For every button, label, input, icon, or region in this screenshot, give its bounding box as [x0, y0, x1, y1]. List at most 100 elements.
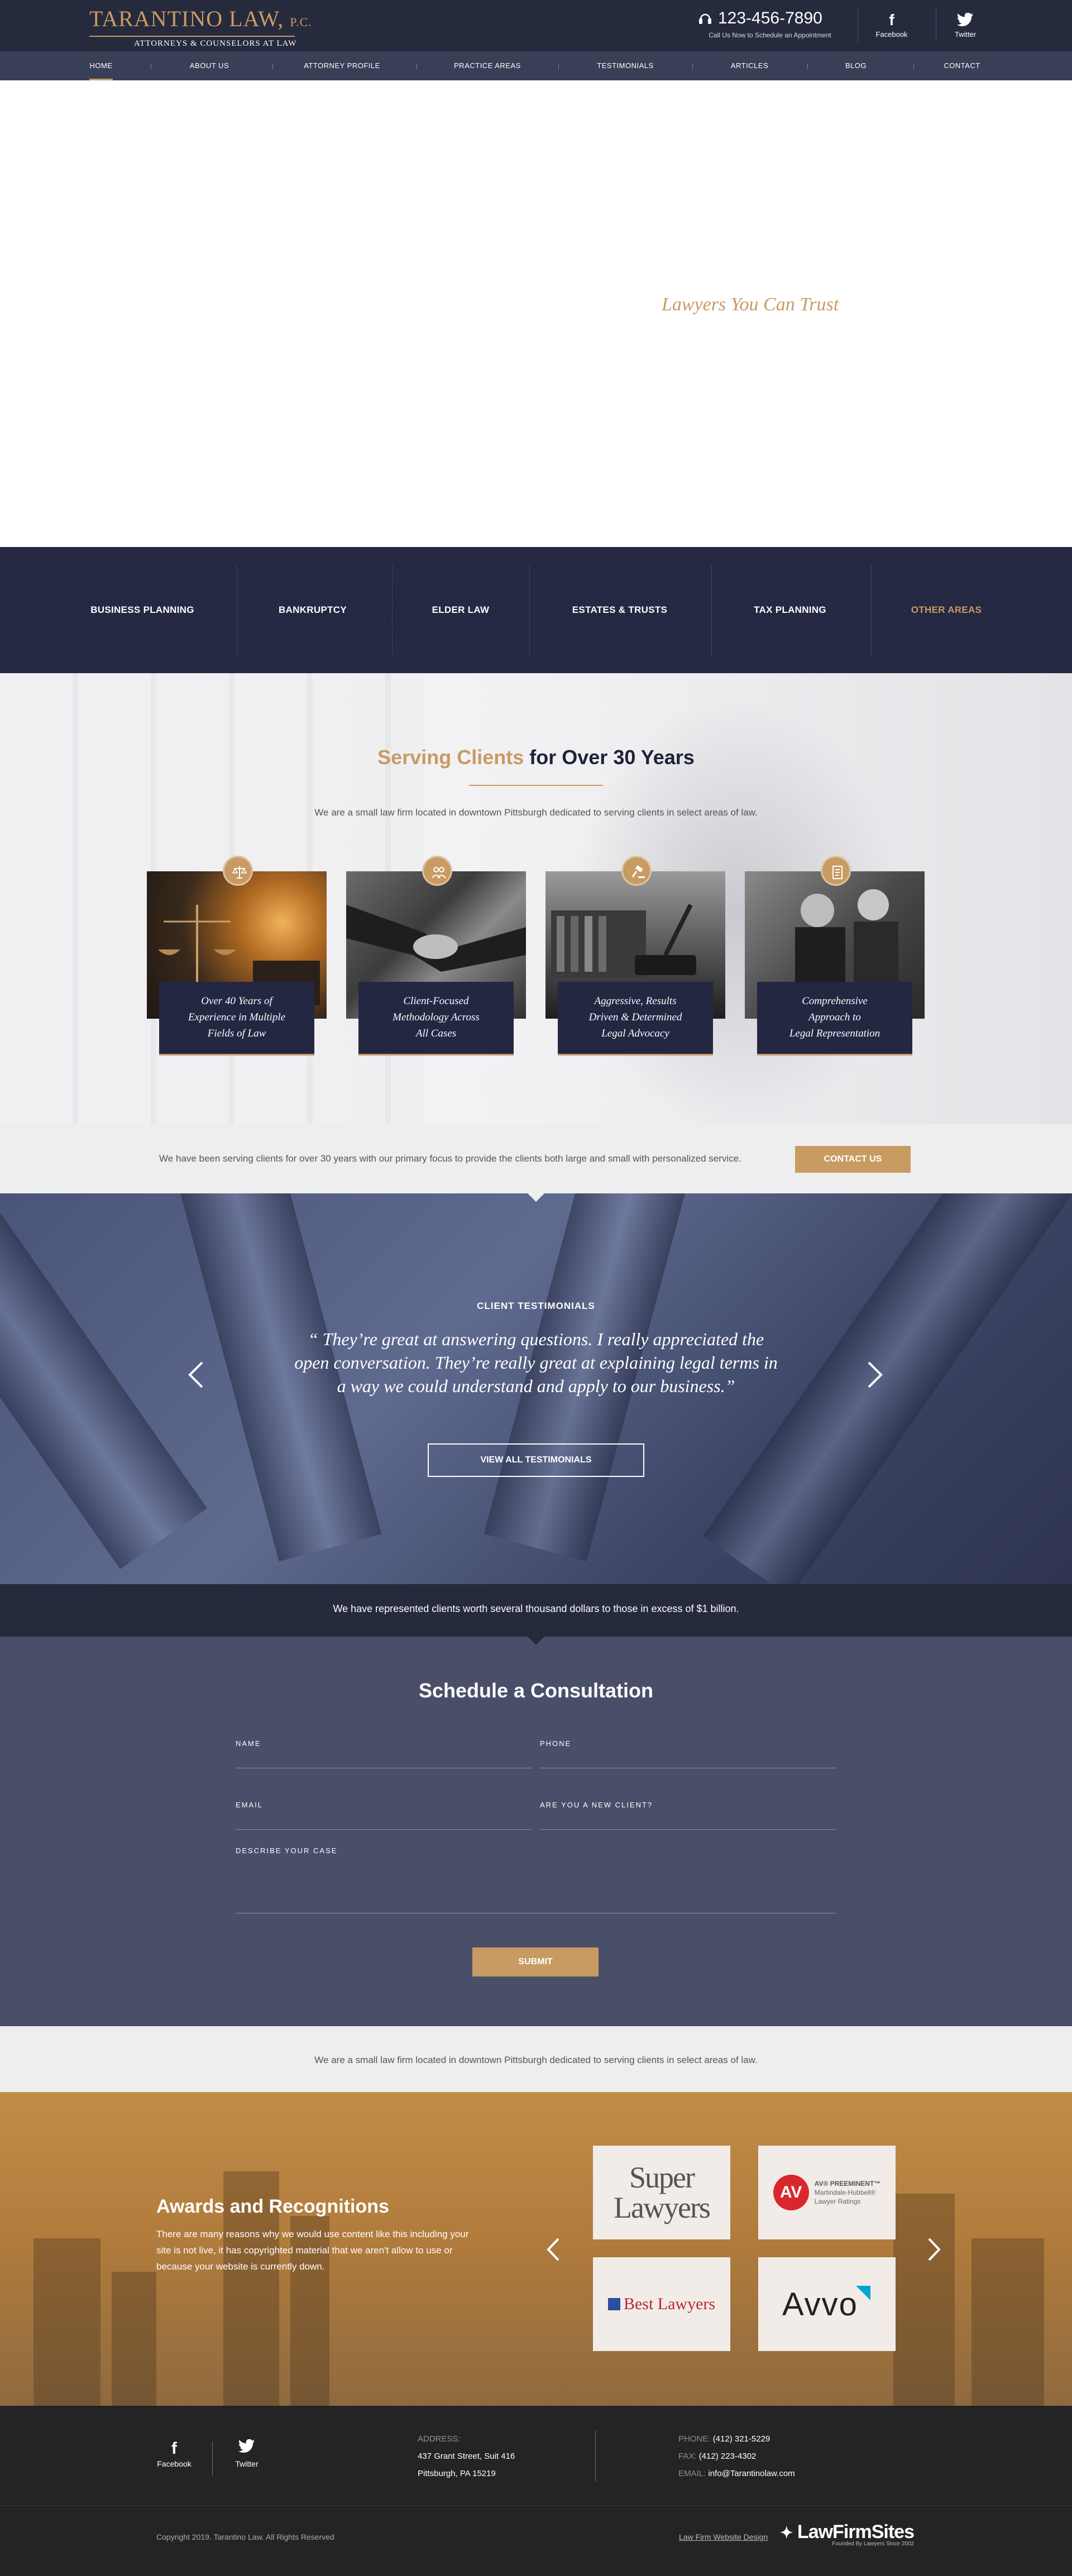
nav-about-us[interactable]: ABOUT US	[184, 51, 234, 80]
av-preeminent-logo[interactable]: AV AV® PREEMINENT™ Martindale-Hubbell® L…	[758, 2146, 896, 2239]
nav-home[interactable]: HOME	[89, 51, 113, 80]
name-field[interactable]: NAME	[236, 1739, 532, 1768]
super-lawyers-logo[interactable]: Super Lawyers	[593, 2146, 730, 2239]
facebook-icon: f	[171, 2439, 177, 2458]
footer-fax: (412) 223-4302	[698, 2452, 757, 2461]
practice-divider	[392, 564, 393, 656]
awards-title: Awards and Recognitions	[156, 2196, 389, 2217]
title-underline	[469, 785, 603, 786]
footer-address: ADDRESS: 437 Grant Street, Suit 416 Pitt…	[418, 2434, 515, 2478]
nav-articles[interactable]: ARTICLES	[726, 51, 773, 80]
submit-button[interactable]: SUBMIT	[472, 1947, 599, 1977]
footer-email[interactable]: info@Tarantinolaw.com	[708, 2469, 795, 2478]
hero-banner: Lawyers You Can Trust	[0, 80, 1072, 547]
phone-field[interactable]: PHONE	[540, 1739, 836, 1768]
card-caption: Comprehensive Approach to Legal Representa…	[757, 982, 912, 1056]
phone-label: PHONE	[540, 1739, 572, 1748]
awards-section: Awards and Recognitions There are many r…	[0, 2092, 1072, 2406]
footer-facebook-link[interactable]: f Facebook	[152, 2439, 197, 2468]
scales-icon	[223, 856, 253, 886]
testimonials-section: CLIENT TESTIMONIALS “ They’re great at a…	[0, 1193, 1072, 1584]
practice-bankruptcy[interactable]: BANKRUPTCY	[246, 547, 380, 673]
logo-suffix: P.C.	[290, 15, 312, 29]
practice-areas-strip: BUSINESS PLANNING BANKRUPTCY ELDER LAW E…	[0, 547, 1072, 673]
feature-card[interactable]: Client-Focused Methodology Across All Case…	[346, 856, 526, 1056]
background-column	[0, 1193, 207, 1570]
testimonial-quote: “ They’re great at answering questions. …	[294, 1329, 778, 1396]
site-logo[interactable]: TARANTINO LAW, P.C. ATTORNEYS & COUNSELO…	[89, 8, 312, 49]
nav-blog[interactable]: BLOG	[838, 51, 874, 80]
feature-card[interactable]: Aggressive, Results Driven & Determined Le…	[545, 856, 725, 1056]
phone-icon	[697, 11, 714, 31]
logo-rule	[89, 36, 295, 37]
new-client-field[interactable]: ARE YOU A NEW CLIENT?	[540, 1801, 836, 1830]
practice-estates-trusts[interactable]: ESTATES & TRUSTS	[536, 547, 704, 673]
law-firm-website-design-link[interactable]: Law Firm Website Design	[679, 2532, 768, 2541]
practice-divider	[711, 564, 712, 656]
header-twitter-link[interactable]: Twitter	[935, 10, 996, 39]
card-caption: Over 40 Years of Experience in Multiple Fi…	[159, 982, 314, 1056]
practice-elder-law[interactable]: ELDER LAW	[402, 547, 519, 673]
describe-label: DESCRIBE YOUR CASE	[236, 1846, 338, 1855]
background-building	[112, 2272, 156, 2406]
nav-divider	[558, 64, 559, 69]
footer-divider	[212, 2441, 213, 2476]
hero-tagline: Lawyers You Can Trust	[662, 294, 839, 315]
email-field[interactable]: EMAIL	[236, 1801, 532, 1830]
name-input[interactable]	[236, 1750, 532, 1759]
testimonials-heading: CLIENT TESTIMONIALS	[477, 1301, 595, 1311]
schedule-consultation-section: Schedule a Consultation NAME PHONE EMAIL…	[0, 1637, 1072, 2026]
new-client-select[interactable]	[540, 1812, 836, 1821]
section-notch	[528, 1193, 544, 1202]
twitter-label: Twitter	[954, 30, 977, 39]
nav-divider	[807, 64, 808, 69]
practice-other-areas[interactable]: OTHER AREAS	[877, 547, 1016, 673]
facebook-icon: f	[889, 11, 894, 28]
nav-contact[interactable]: CONTACT	[941, 51, 983, 80]
phone-number: 123-456-7890	[718, 9, 822, 27]
serving-title: Serving Clients for Over 30 Years	[377, 746, 695, 769]
chevron-right-icon[interactable]	[927, 2234, 941, 2267]
cta-text: We have been serving clients for over 30…	[159, 1153, 741, 1164]
twitter-label: Twitter	[235, 2459, 259, 2468]
footer-phone[interactable]: (412) 321-5229	[713, 2434, 770, 2444]
name-label: NAME	[236, 1739, 261, 1748]
email-input[interactable]	[236, 1812, 532, 1821]
chevron-right-icon[interactable]	[867, 1361, 883, 1394]
header-facebook-link[interactable]: f Facebook	[861, 10, 922, 39]
lawfirmsites-logo[interactable]: ✦ LawFirmSites Founded By Lawyers Since …	[780, 2521, 915, 2547]
phone-subtext: Call Us Now to Schedule an Appointment	[709, 31, 831, 39]
practice-business-planning[interactable]: BUSINESS PLANNING	[73, 547, 212, 673]
practice-tax-planning[interactable]: TAX PLANNING	[720, 547, 860, 673]
avvo-logo[interactable]: Avvo	[758, 2257, 896, 2351]
footer: f Facebook Twitter ADDRESS: 437 Grant St…	[0, 2406, 1072, 2505]
best-lawyers-logo[interactable]: Best Lawyers	[593, 2257, 730, 2351]
facebook-label: Facebook	[875, 30, 908, 39]
main-nav: HOME ABOUT US ATTORNEY PROFILE PRACTICE …	[0, 51, 1072, 80]
represent-text: We have represented clients worth severa…	[333, 1603, 739, 1614]
feature-card[interactable]: Comprehensive Approach to Legal Representa…	[745, 856, 925, 1056]
phone-input[interactable]	[540, 1750, 836, 1759]
schedule-title: Schedule a Consultation	[418, 1679, 654, 1702]
nav-testimonials[interactable]: TESTIMONIALS	[592, 51, 659, 80]
section-notch	[528, 1637, 544, 1645]
feature-card[interactable]: Over 40 Years of Experience in Multiple Fi…	[147, 856, 327, 1056]
header-phone[interactable]: 123-456-7890 Call Us Now to Schedule an …	[695, 9, 845, 39]
chevron-left-icon[interactable]	[188, 1361, 204, 1394]
footer-twitter-link[interactable]: Twitter	[224, 2439, 269, 2468]
describe-textarea[interactable]	[236, 1858, 836, 1908]
copyright-text: Copyright 2019. Tarantino Law. All Right…	[156, 2532, 334, 2541]
small-law-text: We are a small law firm located in downt…	[314, 2055, 758, 2065]
nav-divider	[913, 64, 914, 69]
cta-bar: We have been serving clients for over 30…	[0, 1124, 1072, 1193]
nav-divider	[692, 64, 693, 69]
background-building	[972, 2238, 1044, 2406]
nav-attorney-profile[interactable]: ATTORNEY PROFILE	[302, 51, 382, 80]
top-header: TARANTINO LAW, P.C. ATTORNEYS & COUNSELO…	[0, 0, 1072, 51]
describe-field[interactable]: DESCRIBE YOUR CASE	[236, 1846, 836, 1913]
copyright-bar: Copyright 2019. Tarantino Law. All Right…	[0, 2505, 1072, 2576]
contact-us-button[interactable]: CONTACT US	[795, 1146, 911, 1173]
chevron-left-icon[interactable]	[546, 2234, 561, 2267]
view-all-testimonials-button[interactable]: VIEW ALL TESTIMONIALS	[428, 1443, 644, 1477]
nav-practice-areas[interactable]: PRACTICE AREAS	[451, 51, 524, 80]
